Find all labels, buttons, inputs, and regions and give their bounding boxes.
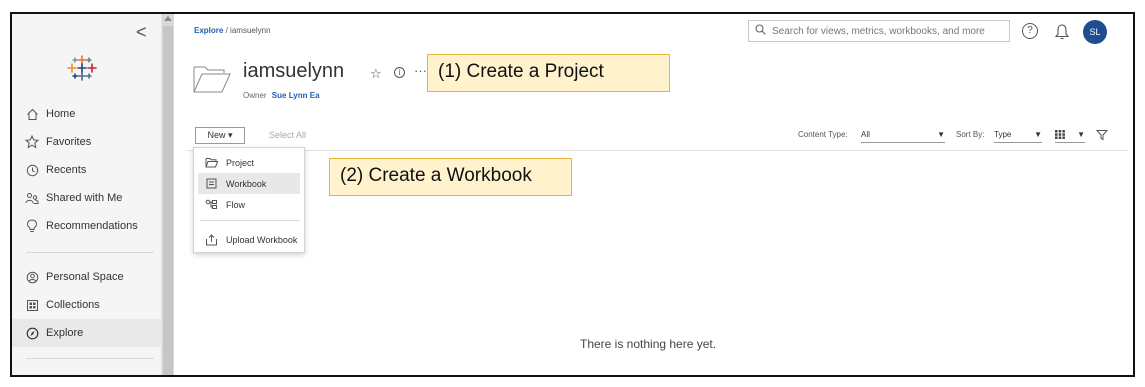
sort-by-label: Sort By:: [956, 130, 985, 139]
main-content: Explore / iamsuelynn Search for views, m…: [174, 14, 1133, 375]
menu-item-label: Flow: [226, 199, 246, 210]
sidebar-item-recents[interactable]: Recents: [12, 156, 162, 184]
sidebar-item-recommendations[interactable]: Recommendations: [12, 212, 162, 240]
home-icon: [24, 106, 40, 122]
folder-icon: [193, 66, 231, 93]
content-type-value: All: [861, 130, 870, 139]
sidebar-item-label: Explore: [46, 327, 84, 339]
menu-divider: [200, 220, 300, 221]
owner-label: Owner: [243, 91, 267, 100]
tableau-logo-icon: [67, 55, 97, 81]
lightbulb-icon: [24, 218, 40, 234]
bell-icon[interactable]: [1054, 23, 1070, 41]
search-placeholder: Search for views, metrics, workbooks, an…: [772, 25, 985, 37]
sidebar-item-label: Recommendations: [46, 220, 138, 232]
sidebar-item-label: Personal Space: [46, 271, 124, 283]
scrollbar[interactable]: [162, 14, 174, 375]
scrollbar-thumb[interactable]: [163, 26, 173, 375]
empty-state-message: There is nothing here yet.: [580, 337, 717, 351]
info-icon[interactable]: i: [394, 67, 405, 78]
sidebar: < Home Favorites Recents Shared with Me …: [12, 14, 162, 375]
new-menu-item-upload-workbook[interactable]: Upload Workbook: [198, 229, 300, 250]
sidebar-item-label: Recents: [46, 164, 87, 176]
grid-view-icon: [1055, 130, 1065, 139]
sidebar-item-label: Collections: [46, 299, 100, 311]
compass-icon: [24, 325, 40, 341]
owner-info: Owner Sue Lynn Ea: [243, 91, 320, 100]
owner-name-link[interactable]: Sue Lynn Ea: [272, 91, 320, 100]
sidebar-item-explore[interactable]: Explore: [12, 319, 162, 347]
sidebar-item-favorites[interactable]: Favorites: [12, 128, 162, 156]
sidebar-divider: [26, 358, 154, 359]
callout-create-project: (1) Create a Project: [427, 54, 670, 92]
folder-icon: [204, 157, 218, 169]
new-button[interactable]: New ▾: [195, 127, 245, 144]
app-window: < Home Favorites Recents Shared with Me …: [10, 12, 1135, 377]
search-input[interactable]: Search for views, metrics, workbooks, an…: [748, 20, 1010, 42]
menu-item-label: Project: [226, 157, 255, 168]
sidebar-item-collections[interactable]: Collections: [12, 291, 162, 319]
upload-icon: [204, 233, 218, 246]
workbook-icon: [204, 178, 218, 190]
breadcrumb-separator: /: [225, 26, 228, 35]
star-icon: [24, 134, 40, 150]
clock-icon: [24, 162, 40, 178]
sidebar-item-label: Home: [46, 108, 76, 120]
chevron-down-icon: ▼: [1077, 130, 1085, 139]
collapse-sidebar-icon[interactable]: <: [136, 22, 147, 43]
more-actions-icon[interactable]: ···: [414, 63, 427, 78]
filter-icon[interactable]: [1096, 129, 1108, 141]
menu-item-label: Workbook: [226, 178, 267, 189]
collections-icon: [24, 297, 40, 313]
shared-users-icon: [24, 190, 40, 206]
breadcrumb-explore-link[interactable]: Explore: [194, 26, 223, 35]
content-type-label: Content Type:: [798, 130, 848, 139]
sort-by-value: Type: [994, 130, 1012, 139]
help-icon[interactable]: ?: [1022, 23, 1038, 39]
sidebar-item-label: Favorites: [46, 136, 92, 148]
sort-by-select[interactable]: Type ▼: [994, 127, 1042, 143]
select-all-button[interactable]: Select All: [269, 130, 306, 140]
content-type-select[interactable]: All ▼: [861, 127, 945, 143]
person-circle-icon: [24, 269, 40, 285]
avatar[interactable]: SL: [1083, 20, 1107, 44]
callout-create-workbook: (2) Create a Workbook: [329, 158, 572, 196]
new-menu-item-project[interactable]: Project: [198, 152, 300, 173]
sidebar-item-home[interactable]: Home: [12, 100, 162, 128]
sidebar-item-label: Shared with Me: [46, 192, 123, 204]
toolbar-divider: [186, 150, 1128, 151]
sidebar-item-personal-space[interactable]: Personal Space: [12, 263, 162, 291]
flow-icon: [204, 199, 218, 211]
sidebar-item-shared-with-me[interactable]: Shared with Me: [12, 184, 162, 212]
menu-item-label: Upload Workbook: [226, 234, 298, 245]
page-title: iamsuelynn: [243, 60, 345, 82]
search-icon: [755, 24, 766, 38]
sidebar-divider: [26, 252, 154, 253]
new-menu-item-flow[interactable]: Flow: [198, 194, 300, 215]
new-menu-item-workbook[interactable]: Workbook: [198, 173, 300, 194]
favorite-star-icon[interactable]: ☆: [370, 66, 382, 82]
chevron-down-icon: ▼: [1034, 130, 1042, 139]
chevron-down-icon: ▼: [937, 130, 945, 139]
breadcrumb: Explore / iamsuelynn: [194, 26, 271, 35]
scroll-up-arrow-icon[interactable]: [164, 16, 172, 21]
view-mode-select[interactable]: ▼: [1055, 127, 1085, 143]
breadcrumb-current: iamsuelynn: [230, 26, 271, 35]
new-menu-dropdown: Project Workbook Flow Upload Workbook: [193, 147, 305, 253]
